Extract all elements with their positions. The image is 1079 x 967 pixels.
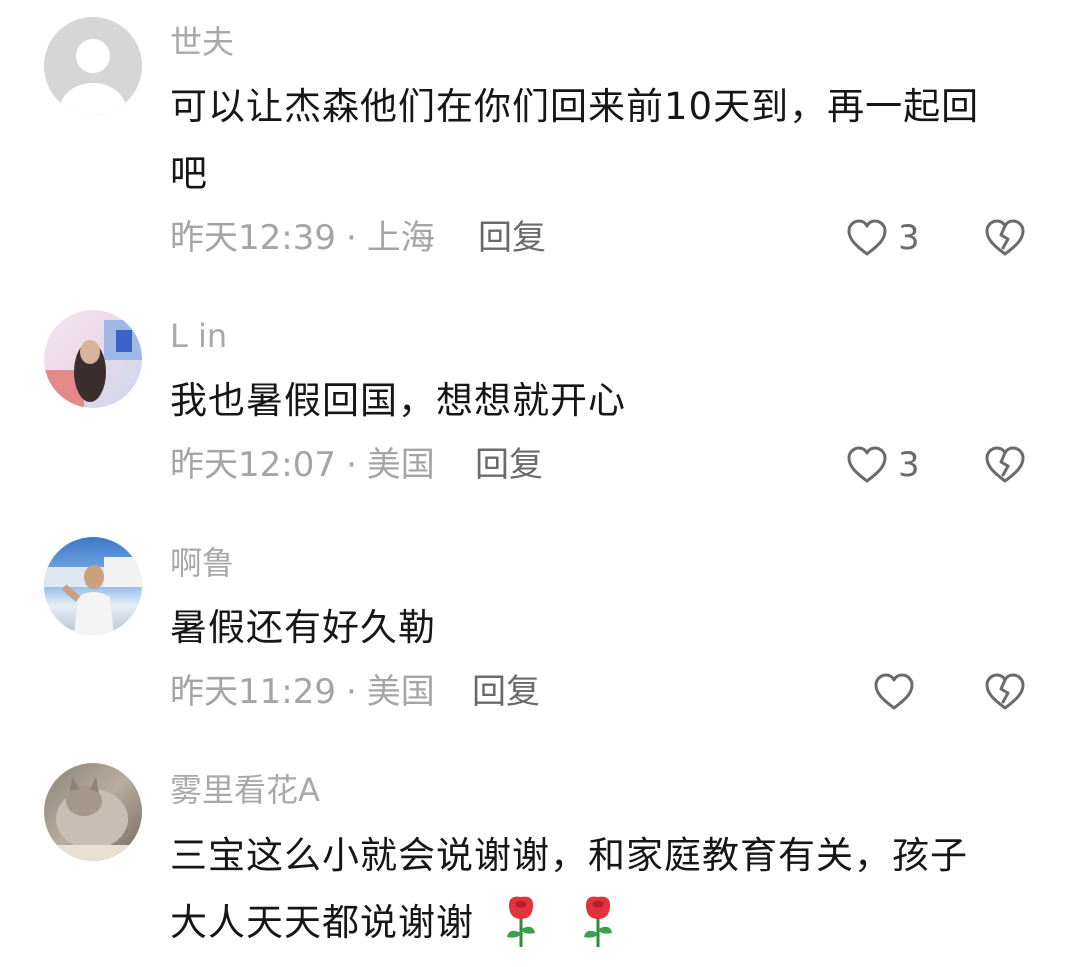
comment-text-line: 可以让杰森他们在你们回来前10天到，再一起回 [170, 85, 980, 128]
avatar-photo-icon [44, 557, 142, 635]
like-count: 3 [898, 445, 920, 485]
heart-outline-icon [874, 673, 914, 710]
comment-location: 美国 [366, 445, 435, 485]
default-avatar-icon [44, 17, 142, 115]
avatar[interactable] [44, 310, 142, 408]
comment-meta: 昨天11:29 · 美国 [170, 670, 435, 714]
comment-location: 上海 [366, 218, 435, 258]
avatar[interactable] [44, 537, 142, 635]
dislike-button[interactable] [984, 216, 1026, 260]
meta-separator: · [345, 672, 357, 712]
reply-button[interactable]: 回复 [475, 443, 543, 487]
rose-emoji-icon [583, 896, 612, 947]
comment-username[interactable]: 世夫 [170, 22, 234, 62]
like-button[interactable]: 3 [846, 443, 920, 487]
broken-heart-icon [985, 446, 1025, 483]
rose-emoji-icon [506, 896, 535, 947]
broken-heart-icon [985, 673, 1025, 710]
comment-text: 可以让杰森他们在你们回来前10天到，再一起回 吧 [170, 73, 1050, 207]
comment-username[interactable]: L in [170, 316, 227, 356]
broken-heart-icon [985, 219, 1025, 256]
reply-button[interactable]: 回复 [472, 670, 540, 714]
comment-text: 我也暑假回国，想想就开心 [170, 367, 1050, 434]
meta-separator: · [345, 445, 357, 485]
comment-text-line: 暑假还有好久勒 [170, 606, 436, 649]
comment-text-line: 我也暑假回国，想想就开心 [170, 379, 626, 422]
avatar-cat-photo-icon [44, 777, 142, 861]
like-button[interactable] [873, 670, 915, 714]
comment-text-line-with-emoji: 大人天天都说谢谢 [170, 889, 1050, 956]
like-button[interactable]: 3 [846, 216, 920, 260]
comment-text-line: 吧 [170, 152, 208, 195]
avatar-default[interactable] [44, 17, 142, 115]
comment-text-line: 三宝这么小就会说谢谢，和家庭教育有关，孩子 [170, 834, 968, 877]
comment-meta: 昨天12:39 · 上海 [170, 216, 435, 260]
dislike-button[interactable] [984, 443, 1026, 487]
comment-time: 昨天11:29 [170, 672, 336, 712]
comment-meta: 昨天12:07 · 美国 [170, 443, 435, 487]
avatar-photo-icon [44, 320, 142, 408]
comment-text: 暑假还有好久勒 [170, 594, 1050, 661]
meta-separator: · [345, 218, 357, 258]
comment-time: 昨天12:07 [170, 445, 336, 485]
dislike-button[interactable] [984, 670, 1026, 714]
comment-username[interactable]: 雾里看花A [170, 770, 320, 810]
reply-button[interactable]: 回复 [478, 216, 546, 260]
comment-username[interactable]: 啊鲁 [170, 543, 234, 583]
heart-outline-icon [847, 219, 887, 256]
comment-time: 昨天12:39 [170, 218, 336, 258]
comment-location: 美国 [366, 672, 435, 712]
like-count: 3 [898, 218, 920, 258]
comment-text: 三宝这么小就会说谢谢，和家庭教育有关，孩子 大人天天都说谢谢 [170, 822, 1050, 956]
heart-outline-icon [847, 446, 887, 483]
comment-text-line: 大人天天都说谢谢 [170, 901, 474, 944]
avatar[interactable] [44, 763, 142, 861]
